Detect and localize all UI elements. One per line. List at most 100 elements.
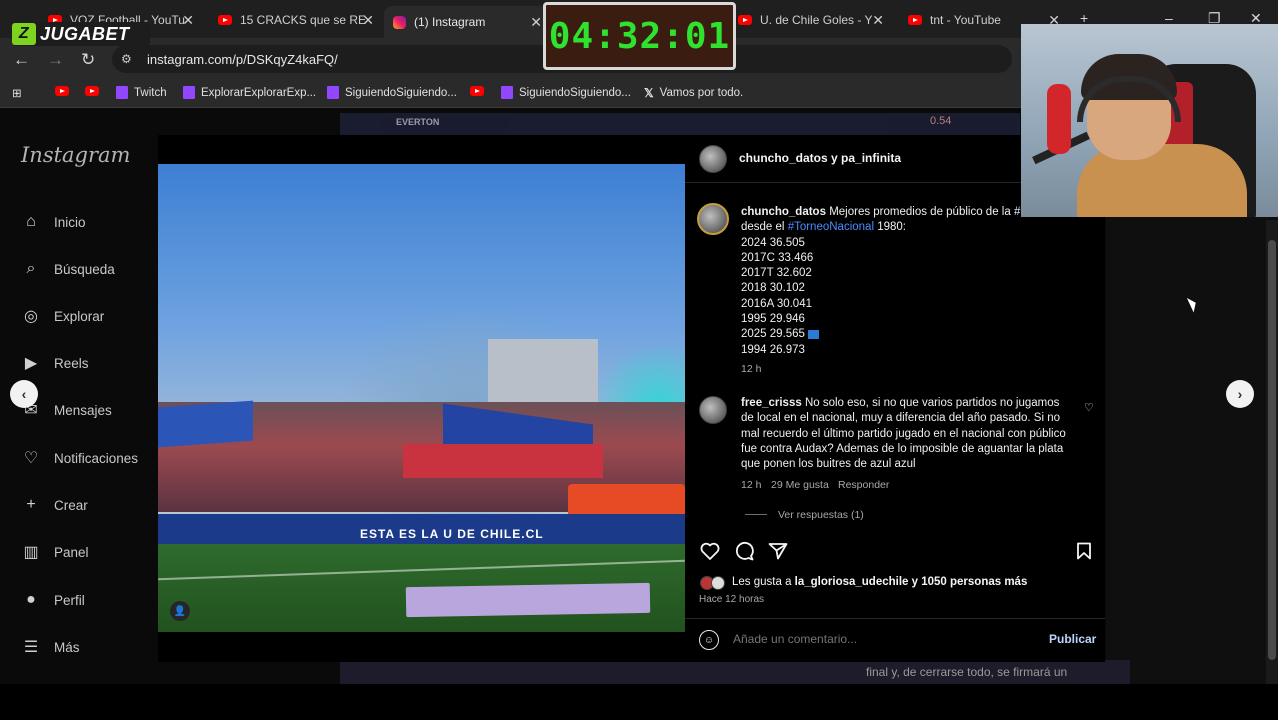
youtube-icon	[470, 86, 484, 96]
profile-icon: ●	[26, 591, 36, 608]
tab-title: tnt - YouTube	[930, 13, 1001, 27]
url-text[interactable]: instagram.com/p/DSKqyZ4kaFQ/	[147, 52, 338, 67]
sidebar-item-label: Explorar	[54, 308, 105, 324]
caption-username[interactable]: chuncho_datos	[741, 206, 826, 218]
share-icon[interactable]	[767, 540, 789, 562]
likes-suffix[interactable]: y 1050 personas más	[912, 576, 1028, 588]
bookmark-youtube-3[interactable]	[470, 86, 490, 96]
sidebar-item-busqueda[interactable]: ⌕ Búsqueda	[20, 258, 115, 280]
photo-banner	[403, 444, 603, 478]
apps-icon[interactable]: ⊞	[12, 86, 22, 100]
bookmark-explorar[interactable]: ExplorarExplorarExp...	[183, 86, 316, 99]
tab-15-cracks[interactable]: 15 CRACKS que se RE ✕	[210, 6, 380, 34]
bookmark-siguiendo-2[interactable]: SiguiendoSiguiendo...	[501, 86, 631, 99]
caption-line: 2017T 32.602	[741, 267, 812, 280]
youtube-icon	[85, 86, 99, 96]
chart-icon: ▥	[23, 544, 39, 561]
reload-icon[interactable]: ↻	[81, 50, 95, 70]
next-post-button[interactable]: ›	[1226, 380, 1254, 408]
post-author-names[interactable]: chuncho_datos y pa_infinita	[739, 151, 901, 165]
caption-line: 1994 26.973	[741, 343, 805, 356]
like-icon[interactable]	[699, 540, 721, 562]
sidebar-item-label: Más	[54, 639, 80, 655]
post-photo[interactable]	[158, 164, 685, 632]
compass-icon: ◎	[24, 308, 38, 325]
likes-summary[interactable]: Les gusta a la_gloriosa_udechile y 1050 …	[732, 576, 1027, 588]
previous-post-button[interactable]: ‹	[10, 380, 38, 408]
replies-divider	[745, 514, 767, 515]
bookmark-icon[interactable]	[1073, 540, 1095, 562]
tagged-users-icon[interactable]: 👤	[170, 601, 190, 621]
avatar[interactable]	[699, 396, 727, 424]
caption-hashtag[interactable]: #TorneoNacional	[788, 221, 874, 233]
caption-tag[interactable]: #	[1014, 206, 1020, 218]
post-caption: chuncho_datos Mejores promedios de públi…	[741, 205, 1031, 358]
sidebar-item-mas[interactable]: ☰ Más	[20, 636, 80, 658]
close-icon[interactable]: ✕	[182, 12, 194, 29]
background-feed-right	[1106, 217, 1278, 684]
bookmark-label: SiguiendoSiguiendo...	[519, 86, 631, 99]
youtube-icon	[218, 13, 232, 27]
tab-instagram[interactable]: (1) Instagram ✕	[384, 6, 548, 38]
comment-username[interactable]: free_crisss	[741, 397, 802, 409]
reels-icon: ▶	[24, 355, 38, 372]
twitch-icon	[327, 86, 339, 99]
forward-icon[interactable]: →	[47, 50, 64, 70]
tab-u-de-chile[interactable]: U. de Chile Goles - Y ✕	[730, 6, 890, 34]
comment-likes[interactable]: 29 Me gusta	[771, 479, 829, 491]
sidebar-item-label: Inicio	[54, 214, 86, 230]
sidebar-item-perfil[interactable]: ● Perfil	[20, 589, 85, 611]
view-replies-button[interactable]: Ver respuestas (1)	[778, 509, 864, 521]
close-icon[interactable]: ✕	[872, 12, 884, 29]
comment: free_crisss No solo eso, si no que vario…	[741, 396, 1071, 472]
comment-icon[interactable]	[733, 540, 755, 562]
heart-icon: ♡	[23, 450, 39, 467]
close-icon[interactable]: ✕	[362, 12, 374, 29]
reply-button[interactable]: Responder	[838, 479, 889, 491]
publish-button[interactable]: Publicar	[1049, 632, 1096, 646]
tab-title: U. de Chile Goles - Y	[760, 13, 873, 27]
comment-input[interactable]	[733, 632, 1023, 646]
avatar[interactable]	[697, 203, 729, 235]
caption-line: 2016A 30.041	[741, 297, 812, 310]
back-icon[interactable]: ←	[13, 50, 30, 70]
sidebar-item-notificaciones[interactable]: ♡ Notificaciones	[20, 447, 138, 469]
youtube-icon	[908, 13, 922, 27]
sidebar-item-label: Reels	[54, 355, 89, 371]
flag-emoji	[808, 329, 820, 339]
comment-like-icon[interactable]: ♡	[1084, 401, 1094, 414]
tab-title: 15 CRACKS que se RE	[240, 13, 367, 27]
menu-icon: ☰	[23, 639, 39, 656]
sidebar-item-label: Perfil	[54, 592, 85, 608]
likes-user[interactable]: la_gloriosa_udechile	[795, 576, 909, 588]
sidebar-item-reels[interactable]: ▶ Reels	[20, 352, 89, 374]
bookmark-label: ExplorarExplorarExp...	[201, 86, 317, 99]
sidebar-item-inicio[interactable]: ⌂ Inicio	[20, 211, 86, 233]
avatar	[711, 576, 725, 590]
bookmark-twitch[interactable]: Twitch	[116, 86, 167, 99]
instagram-logo[interactable]: Instagram	[21, 143, 130, 167]
bookmark-siguiendo-1[interactable]: SiguiendoSiguiendo...	[327, 86, 457, 99]
plus-icon: +	[26, 496, 36, 513]
bookmark-label: SiguiendoSiguiendo...	[345, 86, 457, 99]
sidebar-item-crear[interactable]: + Crear	[20, 494, 87, 516]
sidebar-item-label: Panel	[54, 544, 89, 560]
caption-line: 2017C 33.466	[741, 251, 814, 264]
close-icon[interactable]: ✕	[530, 14, 542, 31]
caption-line: 2025 29.565	[741, 328, 805, 341]
sidebar-item-panel[interactable]: ▥ Panel	[20, 541, 89, 563]
bookmark-x[interactable]: 𝕏 Vamos por todo.	[644, 86, 743, 100]
caption-text: Mejores promedios de público de la	[829, 206, 1011, 218]
site-settings-icon[interactable]: ⚙	[121, 52, 132, 66]
sidebar-item-explorar[interactable]: ◎ Explorar	[20, 305, 104, 327]
scrollbar-thumb[interactable]	[1268, 240, 1276, 660]
twitch-icon	[183, 86, 195, 99]
twitch-icon	[116, 86, 128, 99]
bookmark-youtube-1[interactable]	[55, 86, 75, 96]
background-team: EVERTON	[396, 117, 440, 127]
emoji-icon[interactable]: ☺	[699, 630, 719, 650]
x-icon: 𝕏	[644, 86, 654, 100]
bookmark-youtube-2[interactable]	[85, 86, 105, 96]
screen: VOZ Football - YouTu ✕ 15 CRACKS que se …	[0, 0, 1278, 720]
avatar[interactable]	[699, 145, 727, 173]
